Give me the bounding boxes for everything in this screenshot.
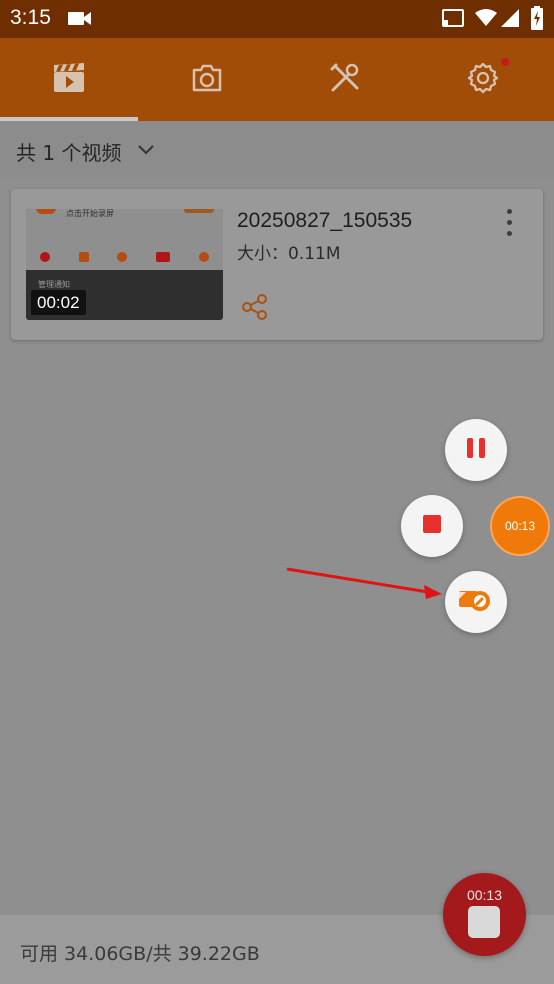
video-camera-icon (68, 11, 92, 30)
signal-icon (501, 8, 519, 32)
recording-fab[interactable]: 00:13 (443, 873, 526, 956)
tab-screenshots[interactable] (138, 38, 276, 121)
notification-badge (501, 58, 509, 66)
video-clapper-icon (53, 62, 85, 97)
more-options-icon[interactable] (503, 209, 515, 241)
live-icon (156, 252, 171, 262)
top-tab-bar (0, 38, 554, 121)
thumbnail-note: 管理通知 (38, 280, 70, 289)
status-bar: 3:15 (0, 0, 554, 38)
thumbnail-top-band: 点击开始录屏 (26, 209, 223, 244)
video-duration: 00:02 (31, 290, 86, 315)
storage-info: 可用 34.06GB/共 39.22GB (20, 943, 260, 965)
thumbnail-top-text: 点击开始录屏 (66, 209, 114, 218)
wifi-icon (475, 9, 497, 31)
thumbnail-icons-row (26, 244, 223, 270)
tab-settings[interactable] (414, 38, 552, 121)
video-count-label: 共 1 个视频 (16, 141, 122, 165)
pause-icon (466, 437, 486, 463)
tab-videos[interactable] (0, 38, 138, 121)
camera-icon (191, 64, 223, 96)
video-filename: 20250827_150535 (237, 209, 413, 232)
tool-icon (117, 252, 128, 262)
chevron-down-icon (137, 141, 155, 160)
status-time: 3:15 (10, 6, 51, 29)
settings-gear-icon (466, 61, 500, 99)
stop-square-icon (468, 906, 500, 938)
video-size: 大小：0.11M (237, 244, 341, 264)
camera-tools-icon (458, 586, 494, 618)
floating-timer[interactable]: 00:13 (490, 496, 550, 556)
share-icon[interactable] (241, 293, 269, 325)
pause-button[interactable] (445, 419, 507, 481)
tab-tools[interactable] (276, 38, 414, 121)
battery-charging-icon (531, 6, 543, 34)
cast-icon (442, 9, 464, 31)
stop-icon (422, 514, 442, 538)
recording-time: 00:13 (466, 887, 503, 903)
close-circle-icon (198, 252, 209, 262)
video-thumbnail[interactable]: 点击开始录屏 管理通知 00:02 (26, 209, 223, 320)
video-card[interactable]: 点击开始录屏 管理通知 00:02 20250827_150535 大小：0.1… (11, 189, 543, 340)
video-count-header[interactable]: 共 1 个视频 (0, 121, 554, 178)
recording-tools-button[interactable] (445, 571, 507, 633)
thumbnail-button (184, 209, 214, 213)
tools-icon (329, 62, 361, 98)
stop-button[interactable] (401, 495, 463, 557)
thumbnail-logo (36, 209, 56, 214)
record-dot-icon (40, 252, 51, 262)
grid-icon (78, 252, 89, 262)
